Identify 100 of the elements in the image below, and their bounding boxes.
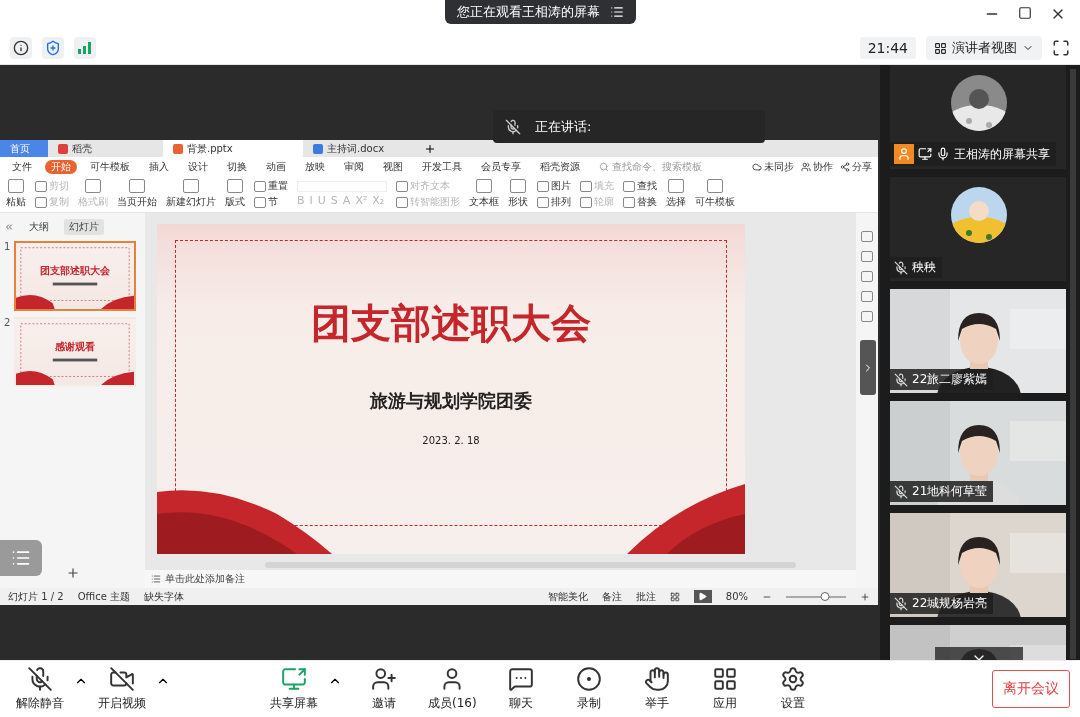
view-icon[interactable]	[669, 591, 680, 602]
tool-icon[interactable]	[861, 271, 873, 282]
ribbon-button[interactable]: 排列	[537, 195, 571, 209]
menu-tab[interactable]: 文件	[6, 159, 38, 174]
toolbar-action[interactable]: 协作	[801, 159, 833, 174]
toolbar-button[interactable]: 共享屏幕	[264, 666, 324, 712]
ribbon-button[interactable]: 图片	[537, 179, 571, 193]
cloud-icon	[752, 161, 762, 172]
meeting-time: 21:44	[859, 37, 916, 59]
toolbar-button[interactable]: 开启视频	[92, 666, 152, 712]
tool-icon	[476, 179, 492, 193]
tool-icon	[580, 180, 592, 192]
toolbar-button[interactable]: 设置	[762, 666, 823, 712]
document-tab[interactable]: 稻壳	[48, 140, 163, 157]
toolbar-button[interactable]: 聊天	[490, 666, 551, 712]
collapse-icon[interactable]	[4, 222, 14, 232]
ribbon-button[interactable]: 文本框	[469, 179, 499, 209]
collapse-handle[interactable]	[860, 340, 876, 395]
document-tab[interactable]: 主持词.docx	[303, 140, 418, 157]
menu-tab[interactable]: 视图	[377, 159, 409, 174]
ribbon-button[interactable]: 替换	[623, 195, 657, 209]
toolbar-action[interactable]: 未同步	[752, 159, 794, 174]
ribbon-button[interactable]: 形状	[508, 179, 528, 209]
maximize-icon[interactable]	[1018, 6, 1032, 20]
notes-field[interactable]: 单击此处添加备注	[145, 570, 856, 588]
shield-icon	[45, 40, 61, 56]
panel-tab[interactable]: 幻灯片	[64, 219, 104, 235]
menu-tab[interactable]: 放映	[299, 159, 331, 174]
view-dropdown[interactable]: 演讲者视图	[926, 36, 1042, 60]
menu-tab[interactable]: 切换	[221, 159, 253, 174]
ribbon-button[interactable]: 查找	[623, 179, 657, 193]
tool-icon	[580, 196, 592, 208]
play-button[interactable]	[693, 590, 712, 603]
menu-tab[interactable]: 稻壳资源	[534, 159, 586, 174]
toolbar-button[interactable]: 解除静音	[10, 666, 70, 712]
menu-button[interactable]	[0, 540, 42, 576]
ribbon-button[interactable]: 可牛模板	[695, 179, 735, 209]
ribbon-button[interactable]: 重置	[254, 179, 288, 193]
security-button[interactable]	[42, 37, 64, 59]
toolbar-action[interactable]: 分享	[840, 159, 872, 174]
document-icon	[58, 143, 68, 154]
menu-tab[interactable]: 开发工具	[416, 159, 468, 174]
slide-number: 2	[4, 317, 11, 330]
document-tab[interactable]: 背景.pptx	[163, 140, 303, 157]
toolbar-button[interactable]: 举手	[626, 666, 687, 712]
slide-number: 1	[4, 241, 11, 254]
menu-tab[interactable]: 设计	[182, 159, 214, 174]
fullscreen-icon[interactable]	[1052, 39, 1070, 57]
zoom-slider[interactable]	[786, 595, 846, 598]
tool-icon[interactable]	[861, 251, 873, 262]
ribbon-button[interactable]: 选择	[666, 179, 686, 209]
banner-text: 您正在观看王相涛的屏幕	[456, 3, 600, 21]
menu-tab[interactable]: 会员专享	[475, 159, 527, 174]
comments-button[interactable]: 批注	[635, 589, 656, 604]
tool-icon	[537, 196, 549, 208]
participant-name: 22旅二廖紫嫣	[912, 371, 988, 388]
layout-icon	[934, 41, 947, 55]
ribbon-button[interactable]: 版式	[225, 179, 245, 209]
tool-icon	[35, 180, 47, 192]
slide-thumbnail[interactable]: 感谢观看	[14, 317, 137, 387]
zoom-in-icon[interactable]	[860, 591, 870, 602]
slide-thumbnail[interactable]: 团支部述职大会	[14, 241, 137, 311]
menu-tab[interactable]: 审阅	[338, 159, 370, 174]
menu-tab[interactable]: 插入	[143, 159, 175, 174]
ribbon-button[interactable]: 节	[254, 195, 288, 209]
missing-fonts-button[interactable]: 缺失字体	[144, 589, 184, 604]
toolbar-button[interactable]: 录制	[558, 666, 619, 712]
add-tab-icon[interactable]	[424, 142, 436, 155]
panel-tab[interactable]: 大纲	[24, 219, 54, 235]
beautify-button[interactable]: 智能美化	[547, 589, 588, 604]
menu-tab[interactable]: 动画	[260, 159, 292, 174]
ribbon-button[interactable]: 新建幻灯片	[166, 179, 216, 209]
zoom-level[interactable]: 80%	[725, 591, 748, 602]
add-slide-icon[interactable]	[65, 566, 80, 580]
info-button[interactable]	[10, 37, 32, 59]
ribbon-button[interactable]: 当页开始	[117, 179, 157, 209]
tool-icon[interactable]	[861, 311, 873, 322]
toolbar-button[interactable]: 邀请	[354, 666, 414, 712]
document-icon	[173, 143, 183, 154]
signal-button[interactable]	[74, 37, 96, 59]
document-tab[interactable]: 首页	[0, 140, 48, 157]
tool-icon	[183, 179, 199, 193]
ribbon-button[interactable]: 粘贴	[6, 179, 26, 209]
play-icon	[698, 592, 708, 601]
thumbnail-title: 团支部述职大会	[40, 264, 111, 278]
tool-icon[interactable]	[861, 231, 873, 242]
notes-button[interactable]: 备注	[601, 589, 622, 604]
leave-meeting-button[interactable]: 离开会议	[992, 670, 1070, 708]
toolbar-button[interactable]: 应用	[694, 666, 755, 712]
menu-tab[interactable]: 可牛模板	[84, 159, 136, 174]
toolbar-button[interactable]: 成员(16)	[422, 666, 483, 712]
screen-share-icon	[918, 147, 932, 161]
tool-icon	[396, 180, 408, 192]
tool-icon	[254, 196, 266, 208]
theme-name: Office 主题	[77, 589, 130, 604]
participant-name: 22城规杨岩亮	[912, 595, 988, 612]
scrollbar[interactable]	[1070, 69, 1076, 659]
tool-icon[interactable]	[861, 291, 873, 302]
tool-icon	[623, 196, 635, 208]
tool-icon	[227, 179, 243, 193]
